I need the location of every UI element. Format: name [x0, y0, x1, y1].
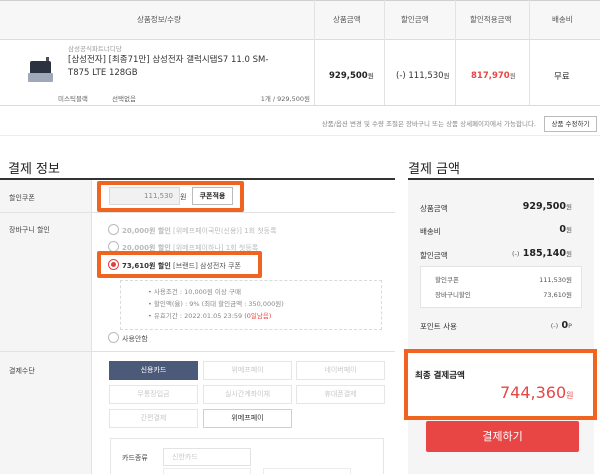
coupon-label: 할인쿠폰	[9, 194, 35, 202]
method-wemakeprice-pay[interactable]: 위메프페이	[203, 361, 292, 380]
sub-coupon-value: 111,530원	[539, 276, 572, 284]
method-naver-pay[interactable]: 네이버페이	[296, 361, 385, 380]
method-bank-deposit[interactable]: 무통장입금	[109, 385, 198, 404]
product-name[interactable]: [삼성전자] [최종71만] 삼성전자 갤럭시탭S7 11.0 SM-T875 …	[68, 54, 283, 80]
shipping-value: 0원	[559, 224, 572, 235]
method-credit-card[interactable]: 신용카드	[109, 361, 198, 380]
cart-option-1-radio[interactable]	[108, 224, 119, 235]
cart-option-highlight	[97, 251, 262, 278]
header-discounted-price: 할인적용금액	[470, 15, 512, 24]
card-type-select[interactable]: 신한카드	[163, 448, 251, 466]
item-discounted-price: 817,970원	[471, 71, 516, 81]
divider	[0, 212, 395, 213]
method-phone-payment[interactable]: 휴대폰결제	[296, 385, 385, 404]
final-amount-label: 최종 결제금액	[415, 371, 465, 381]
points-value: (-) 0P	[550, 320, 572, 331]
method-account-transfer[interactable]: 실시간계좌이체	[203, 385, 292, 404]
payment-info-title: 결제 정보	[8, 162, 60, 177]
sub-cart-value: 73,610원	[543, 291, 572, 299]
payment-method-label: 결제수단	[9, 367, 35, 375]
notice-text: 상품/옵션 변경 및 수량 조절은 장바구니 또는 상품 상세페이지에서 가능합…	[321, 120, 536, 128]
cart-discount-label: 장바구니 할인	[9, 226, 50, 234]
shipping-label: 배송비	[420, 227, 441, 236]
edit-product-button[interactable]: 상품 수정하기	[544, 116, 597, 132]
discount-breakdown	[420, 266, 582, 308]
option-quantity-price: 1개 / 929,500원	[260, 95, 310, 103]
option-row: 미스틱블랙 선택없음 1개 / 929,500원	[58, 93, 310, 106]
notice-row: 상품/옵션 변경 및 수량 조절은 장바구니 또는 상품 상세페이지에서 가능합…	[0, 106, 600, 136]
method-easy-pay[interactable]: 간편결제	[109, 409, 198, 428]
condition-rate: • 할인액(율) : 9% (최대 할인금액 : 350,000원)	[148, 300, 284, 308]
pay-button[interactable]: 결제하기	[426, 421, 579, 452]
option-color: 미스틱블랙	[58, 95, 88, 103]
order-table-header: 상품정보/수량 상품금액 할인금액 할인적용금액 배송비	[0, 0, 600, 40]
sub-cart-label: 장바구니할인	[435, 291, 471, 299]
option-extra: 선택없음	[112, 95, 136, 103]
header-shipping: 배송비	[552, 15, 573, 24]
item-shipping: 무료	[554, 72, 570, 82]
product-amount-label: 상품금액	[420, 204, 448, 213]
payment-amount-title: 결제 금액	[408, 162, 460, 177]
seller-name[interactable]: 삼성공식파트너디당	[68, 43, 122, 53]
condition-expiry: • 유효기간 : 2022.01.05 23:59 (0일남음)	[148, 312, 272, 320]
item-price: 929,500원	[329, 71, 374, 81]
product-thumbnail[interactable]	[28, 55, 53, 83]
placeholder-field[interactable]	[163, 468, 251, 474]
order-item-row: 삼성공식파트너디당 [삼성전자] [최종71만] 삼성전자 갤럭시탭S7 11.…	[0, 40, 600, 106]
divider	[0, 351, 395, 352]
header-product-info: 상품정보/수량	[137, 15, 181, 24]
no-use-label[interactable]: 사용안함	[122, 334, 148, 344]
cart-option-1[interactable]: 20,000원 할인 [위메프페이국민(신용)] 1회 첫등록	[122, 226, 277, 236]
item-discount: (-) 111,530원	[396, 71, 450, 81]
method-wemakeprice-pay-2[interactable]: 위메프페이	[203, 409, 292, 428]
product-amount-value: 929,500원	[522, 201, 572, 212]
discount-label: 할인금액	[420, 251, 448, 260]
header-price: 상품금액	[333, 15, 361, 24]
discount-value: (-) 185,140원	[512, 248, 572, 259]
no-use-radio[interactable]	[108, 332, 119, 343]
final-amount-value: 744,360원	[500, 383, 574, 402]
condition-min: • 사용조건 : 10,000원 이상 구매	[148, 288, 241, 296]
placeholder-field[interactable]	[263, 468, 351, 474]
sub-coupon-label: 할인쿠폰	[435, 276, 459, 284]
points-label: 포인트 사용	[420, 322, 457, 331]
card-type-label: 카드종류	[122, 454, 148, 462]
header-discount: 할인금액	[401, 15, 429, 24]
coupon-highlight	[97, 181, 244, 212]
